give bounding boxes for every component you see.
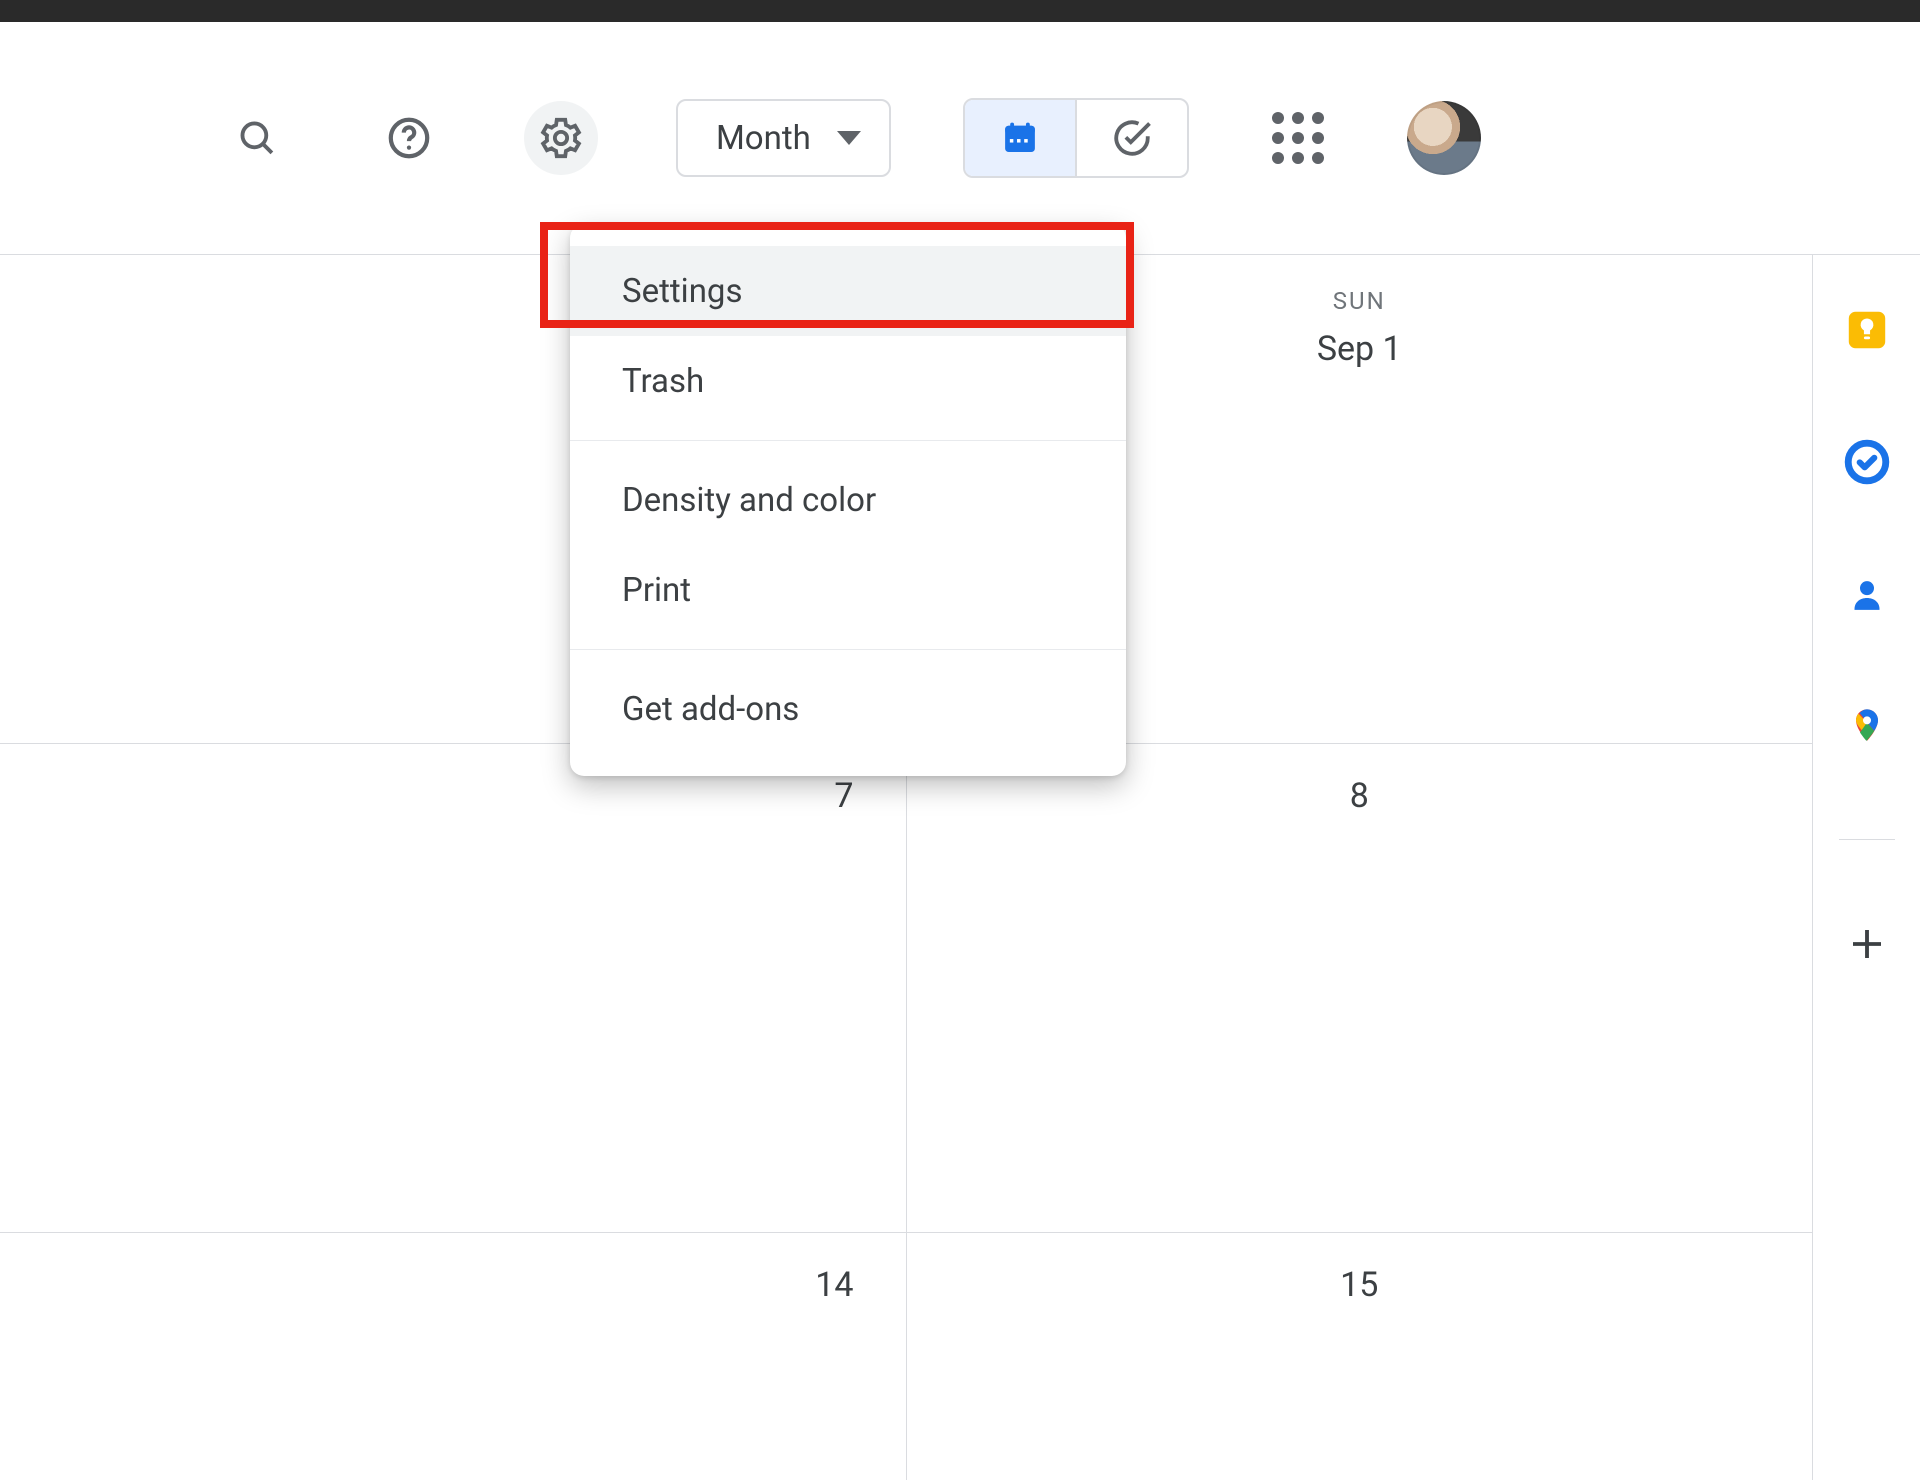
day-cell[interactable]: 8 bbox=[907, 744, 1813, 1232]
calendar-icon bbox=[999, 117, 1041, 159]
google-apps-button[interactable] bbox=[1261, 101, 1335, 175]
date-number: 8 bbox=[907, 776, 1813, 816]
help-icon bbox=[386, 115, 432, 161]
week-row: 14 15 bbox=[0, 1233, 1812, 1480]
menu-divider bbox=[570, 440, 1126, 441]
apps-grid-icon bbox=[1272, 112, 1324, 164]
menu-item-settings[interactable]: Settings bbox=[570, 246, 1126, 336]
search-icon bbox=[236, 117, 278, 159]
contacts-app-button[interactable] bbox=[1844, 571, 1890, 617]
day-cell[interactable]: 14 bbox=[0, 1233, 907, 1480]
search-button[interactable] bbox=[220, 101, 294, 175]
app-header: Month bbox=[0, 22, 1920, 255]
maps-icon bbox=[1847, 703, 1887, 749]
chevron-down-icon bbox=[837, 131, 861, 145]
tasks-icon bbox=[1844, 439, 1890, 485]
day-cell[interactable]: 7 bbox=[0, 744, 907, 1232]
check-circle-icon bbox=[1111, 117, 1153, 159]
menu-divider bbox=[570, 649, 1126, 650]
browser-top-strip bbox=[0, 0, 1920, 22]
date-number: 14 bbox=[0, 1265, 906, 1305]
tasks-app-button[interactable] bbox=[1844, 439, 1890, 485]
menu-item-trash[interactable]: Trash bbox=[570, 336, 1126, 426]
gear-icon bbox=[538, 115, 584, 161]
side-panel bbox=[1812, 255, 1920, 1480]
contacts-icon bbox=[1847, 571, 1887, 617]
get-addons-button[interactable] bbox=[1846, 920, 1888, 978]
tasks-view-toggle[interactable] bbox=[1077, 100, 1187, 176]
side-panel-divider bbox=[1839, 839, 1895, 840]
date-number: 15 bbox=[907, 1265, 1813, 1305]
day-cell[interactable]: 15 bbox=[907, 1233, 1813, 1480]
week-row: 7 8 bbox=[0, 744, 1812, 1233]
keep-icon bbox=[1844, 307, 1890, 353]
settings-button[interactable] bbox=[524, 101, 598, 175]
view-selector-label: Month bbox=[716, 119, 811, 158]
account-avatar[interactable] bbox=[1407, 101, 1481, 175]
calendar-view-toggle[interactable] bbox=[965, 100, 1077, 176]
help-button[interactable] bbox=[372, 101, 446, 175]
settings-menu: Settings Trash Density and color Print G… bbox=[570, 224, 1126, 776]
maps-app-button[interactable] bbox=[1844, 703, 1890, 749]
date-number: 7 bbox=[0, 776, 906, 816]
plus-icon bbox=[1846, 923, 1888, 965]
view-toggle-group bbox=[963, 98, 1189, 178]
menu-item-density[interactable]: Density and color bbox=[570, 455, 1126, 545]
keep-app-button[interactable] bbox=[1844, 307, 1890, 353]
menu-item-print[interactable]: Print bbox=[570, 545, 1126, 635]
menu-item-addons[interactable]: Get add-ons bbox=[570, 664, 1126, 754]
view-selector[interactable]: Month bbox=[676, 99, 891, 177]
